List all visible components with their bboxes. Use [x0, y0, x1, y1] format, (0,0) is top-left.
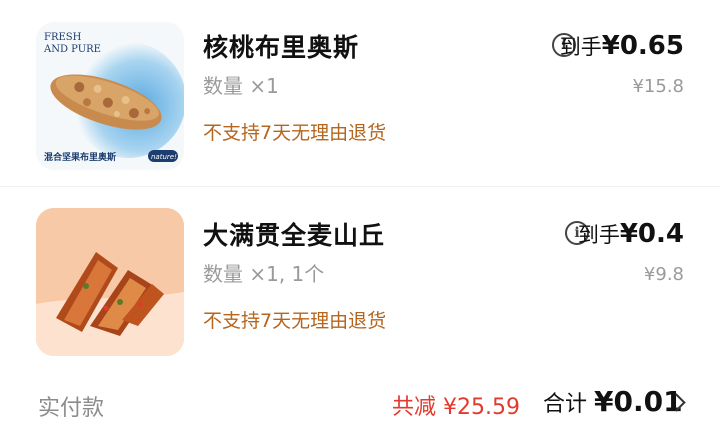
product-image[interactable]	[36, 208, 184, 356]
product-quantity: 数量 ×1, 1个	[203, 262, 325, 286]
net-price: 到手¥0.65	[560, 31, 684, 61]
total-discount: 共减 ¥25.59	[392, 395, 520, 420]
original-price: ¥9.8	[643, 264, 684, 285]
net-price-label: 到手	[559, 35, 602, 59]
payment-summary[interactable]: 实付款 共减 ¥25.59 合计 ¥0.01	[0, 372, 720, 421]
return-policy: 不支持7天无理由退货	[203, 310, 387, 332]
order-item[interactable]: 大满贯全麦山丘 数量 ×1, 1个 不支持7天无理由退货 i 到手¥0.4 ¥9…	[0, 186, 720, 372]
net-price-amount: ¥0.65	[601, 31, 684, 61]
total-label: 合计	[543, 392, 588, 417]
product-photo: FRESH AND PURE 混合坚果布里奥斯 nature!	[36, 22, 184, 170]
net-price: 到手¥0.4	[578, 219, 684, 249]
image-caption: 混合坚果布里奥斯	[44, 151, 116, 163]
paid-amount-label: 实付款	[38, 396, 105, 421]
order-item[interactable]: FRESH AND PURE 混合坚果布里奥斯 nature! 核桃布里奥斯 数…	[0, 0, 720, 186]
product-image[interactable]: FRESH AND PURE 混合坚果布里奥斯 nature!	[36, 22, 184, 170]
return-policy: 不支持7天无理由退货	[203, 122, 387, 144]
original-price: ¥15.8	[632, 76, 684, 97]
image-tagline-line2: AND PURE	[43, 44, 101, 55]
image-badge: nature!	[151, 153, 177, 161]
order-total[interactable]: 合计 ¥0.01	[543, 385, 683, 418]
product-photo	[36, 208, 184, 356]
product-quantity: 数量 ×1	[203, 74, 279, 98]
net-price-label: 到手	[577, 223, 620, 247]
product-title[interactable]: 大满贯全麦山丘	[203, 216, 385, 252]
product-title[interactable]: 核桃布里奥斯	[203, 28, 359, 64]
image-tagline-line1: FRESH	[44, 32, 82, 43]
net-price-amount: ¥0.4	[619, 219, 684, 249]
